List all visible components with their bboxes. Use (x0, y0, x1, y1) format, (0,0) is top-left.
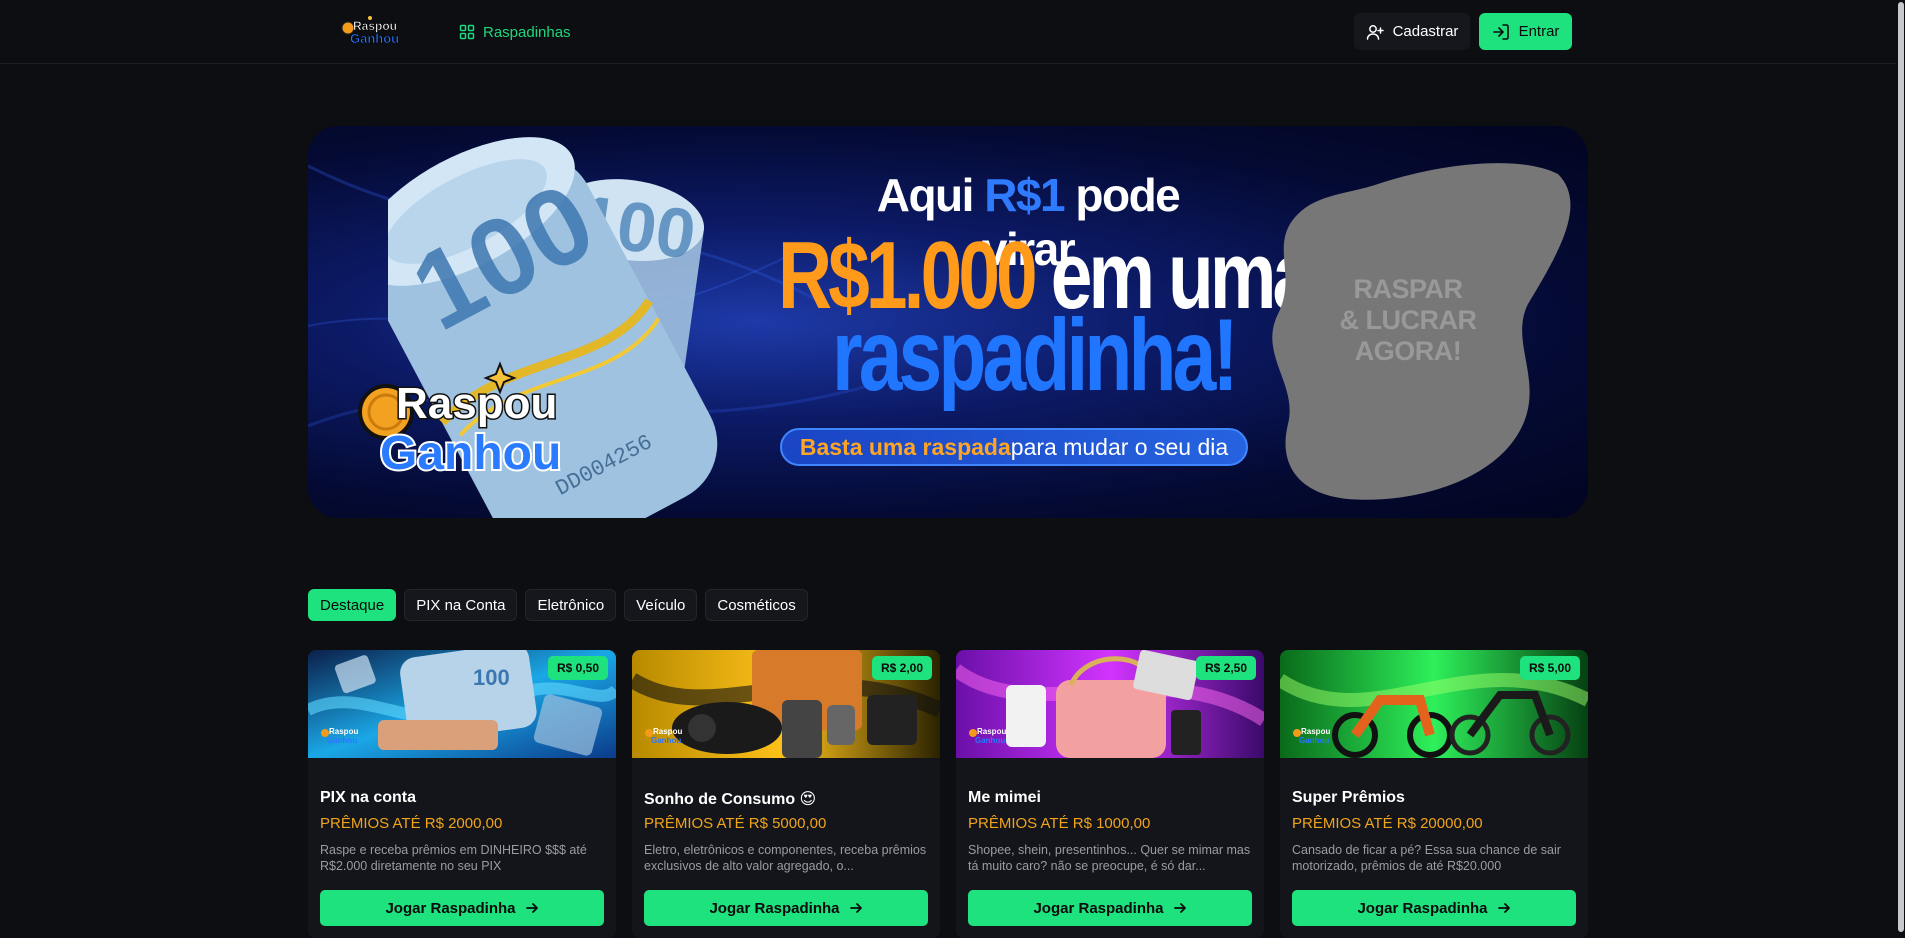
login-button[interactable]: Entrar (1479, 13, 1572, 50)
arrow-right-icon (1173, 903, 1186, 913)
svg-text:Ganhou: Ganhou (1299, 736, 1329, 745)
tab-veiculo[interactable]: Veículo (624, 589, 698, 621)
card-title: PIX na conta (320, 789, 417, 806)
play-scratch-button[interactable]: Jogar Raspadinha (1292, 890, 1576, 926)
card-image: Raspou Ganhou R$ 5,00 (1280, 650, 1588, 758)
card-mini-logo: Raspou Ganhou (321, 727, 358, 745)
grid-icon (459, 24, 475, 40)
nav-raspadinhas-label: Raspadinhas (483, 23, 571, 41)
card-prize: PRÊMIOS ATÉ R$ 5000,00 (644, 815, 827, 832)
play-button-label: Jogar Raspadinha (709, 899, 840, 917)
play-scratch-button[interactable]: Jogar Raspadinha (968, 890, 1252, 926)
scrollbar-thumb[interactable] (1898, 2, 1904, 932)
banner-logo-line1: Raspou (396, 379, 557, 428)
svg-text:Ganhou: Ganhou (975, 736, 1005, 745)
banner-logo-line2: Ganhou (380, 427, 561, 480)
category-tabs: Destaque PIX na Conta Eletrônico Veículo… (308, 589, 808, 621)
card-image: Raspou Ganhou R$ 2,50 (956, 650, 1264, 758)
log-in-icon (1492, 23, 1509, 40)
top-header: Raspou Ganhou Raspadinhas Cadastrar Entr… (0, 0, 1905, 64)
svg-text:Raspou: Raspou (329, 727, 358, 736)
nav-raspadinhas-link[interactable]: Raspadinhas (459, 20, 571, 44)
arrow-right-icon (849, 903, 862, 913)
card-description: Shopee, shein, presentinhos... Quer se m… (968, 843, 1251, 873)
game-card-sonho-de-consumo[interactable]: Raspou Ganhou R$ 2,00 Sonho de Consumo 😍… (632, 650, 940, 938)
user-plus-icon (1366, 24, 1384, 40)
scratch-cta-text: RASPAR & LUCRAR AGORA! (1339, 274, 1478, 366)
price-badge: R$ 0,50 (547, 656, 608, 680)
svg-text:Raspou: Raspou (977, 727, 1006, 736)
banner-tagline: Basta uma raspada para mudar o seu dia (780, 428, 1248, 466)
card-title: Super Prêmios (1292, 789, 1405, 806)
banner-logo: Raspou Ganhou (358, 361, 563, 482)
svg-text:100: 100 (473, 665, 510, 690)
price-badge: R$ 5,00 (1519, 656, 1580, 680)
game-card-pix[interactable]: 100 Raspou Ganhou R$ 0,50 PIX na conta P… (308, 650, 616, 938)
play-button-label: Jogar Raspadinha (1033, 899, 1164, 917)
card-description: Eletro, eletrônicos e componentes, receb… (644, 843, 927, 873)
banner-headline-3: raspadinha! (832, 298, 1239, 412)
price-badge: R$ 2,00 (871, 656, 932, 680)
card-title: Sonho de Consumo 😍 (644, 791, 817, 808)
card-description: Cansado de ficar a pé? Essa sua chance d… (1292, 843, 1561, 873)
tab-pix-na-conta[interactable]: PIX na Conta (404, 589, 518, 621)
card-image: 100 Raspou Ganhou R$ 0,50 (308, 650, 616, 758)
card-prize: PRÊMIOS ATÉ R$ 20000,00 (1292, 815, 1483, 832)
card-image: Raspou Ganhou R$ 2,00 (632, 650, 940, 758)
tab-destaque[interactable]: Destaque (308, 589, 397, 621)
card-prize: PRÊMIOS ATÉ R$ 2000,00 (320, 815, 503, 832)
register-button[interactable]: Cadastrar (1354, 13, 1470, 50)
arrow-right-icon (1497, 903, 1510, 913)
login-label: Entrar (1518, 23, 1560, 40)
card-mini-logo: Raspou Ganhou (1293, 727, 1330, 745)
arrow-right-icon (525, 903, 538, 913)
svg-text:Raspou: Raspou (1301, 727, 1330, 736)
hero-banner[interactable]: 100 100 DD004256 Raspou Ganhou Aqui R$1 … (308, 126, 1588, 518)
svg-text:Raspou: Raspou (653, 727, 682, 736)
play-button-label: Jogar Raspadinha (385, 899, 516, 917)
play-scratch-button[interactable]: Jogar Raspadinha (644, 890, 928, 926)
card-title: Me mimei (968, 789, 1041, 806)
site-logo[interactable]: Raspou Ganhou (340, 14, 410, 48)
play-button-label: Jogar Raspadinha (1357, 899, 1488, 917)
tab-cosmeticos[interactable]: Cosméticos (705, 589, 808, 621)
card-prize: PRÊMIOS ATÉ R$ 1000,00 (968, 815, 1151, 832)
game-card-me-mimei[interactable]: Raspou Ganhou R$ 2,50 Me mimei PRÊMIOS A… (956, 650, 1264, 938)
price-badge: R$ 2,50 (1195, 656, 1256, 680)
game-card-super-premios[interactable]: Raspou Ganhou R$ 5,00 Super Prêmios PRÊM… (1280, 650, 1588, 938)
register-label: Cadastrar (1392, 23, 1459, 40)
logo-small-line2: Ganhou (350, 31, 399, 46)
card-mini-logo: Raspou Ganhou (969, 727, 1006, 745)
card-description: Raspe e receba prêmios em DINHEIRO $$$ a… (320, 843, 587, 873)
svg-text:Ganhou: Ganhou (651, 736, 681, 745)
card-mini-logo: Raspou Ganhou (645, 727, 682, 745)
svg-text:Ganhou: Ganhou (327, 736, 357, 745)
play-scratch-button[interactable]: Jogar Raspadinha (320, 890, 604, 926)
tab-eletronico[interactable]: Eletrônico (525, 589, 617, 621)
page-scrollbar[interactable] (1896, 0, 1905, 938)
